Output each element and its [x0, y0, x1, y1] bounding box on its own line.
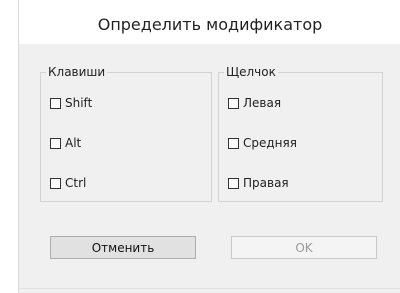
dialog-title: Определить модификатор	[97, 15, 323, 34]
left-button-label[interactable]: Левая	[243, 95, 281, 111]
alt-label[interactable]: Alt	[65, 135, 81, 151]
ok-button: OK	[231, 236, 377, 259]
left-button-option[interactable]: Левая	[228, 95, 281, 111]
dialog-title-bar: Определить модификатор	[19, 0, 400, 44]
shift-option[interactable]: Shift	[50, 95, 92, 111]
left-button-checkbox[interactable]	[228, 97, 239, 109]
cancel-button[interactable]: Отменить	[50, 236, 196, 259]
right-button-option[interactable]: Правая	[228, 175, 289, 191]
keys-group-label: Клавиши	[46, 64, 108, 80]
click-group-label: Щелчок	[224, 64, 278, 80]
right-button-label[interactable]: Правая	[243, 175, 289, 191]
bottom-divider	[19, 288, 400, 289]
alt-checkbox[interactable]	[50, 137, 61, 149]
shift-checkbox[interactable]	[50, 97, 61, 109]
ctrl-checkbox[interactable]	[50, 177, 61, 189]
shift-label[interactable]: Shift	[65, 95, 92, 111]
define-modifier-dialog: Определить модификатор Клавиши Shift Alt…	[18, 0, 400, 293]
click-group: Щелчок Левая Средняя Правая	[218, 64, 383, 202]
ctrl-label[interactable]: Ctrl	[65, 175, 86, 191]
middle-button-checkbox[interactable]	[228, 137, 239, 149]
middle-button-option[interactable]: Средняя	[228, 135, 297, 151]
right-button-checkbox[interactable]	[228, 177, 239, 189]
middle-button-label[interactable]: Средняя	[243, 135, 297, 151]
alt-option[interactable]: Alt	[50, 135, 81, 151]
ctrl-option[interactable]: Ctrl	[50, 175, 86, 191]
keys-group: Клавиши Shift Alt Ctrl	[40, 64, 212, 202]
